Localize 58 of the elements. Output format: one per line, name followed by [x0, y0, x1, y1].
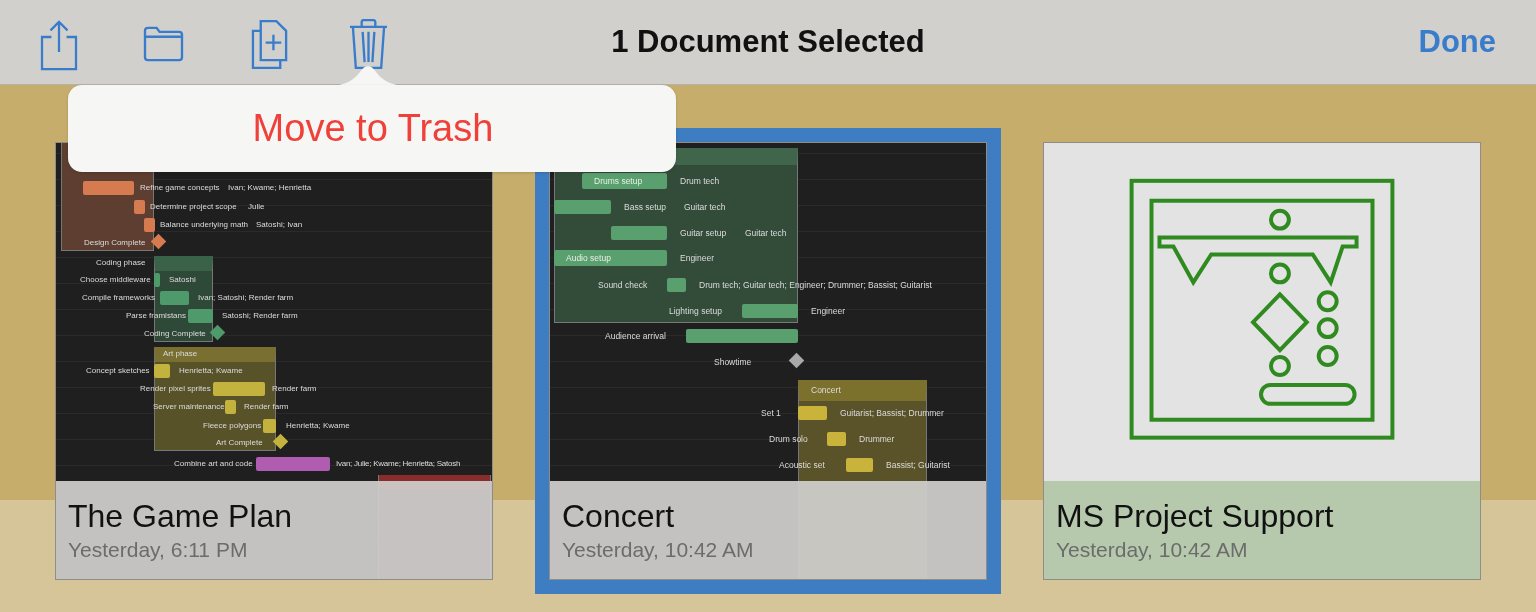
- task-label: Determine project scope: [150, 202, 237, 212]
- resource-label: Drummer: [859, 433, 895, 445]
- resource-label: Henrietta; Kwame: [179, 366, 243, 376]
- task-label: Render pixel sprites: [140, 384, 211, 394]
- task-label: Guitar setup: [680, 227, 727, 239]
- resource-label: Ivan; Kwame; Henrietta: [228, 183, 312, 193]
- document-date: Yesterday, 6:11 PM: [68, 537, 249, 563]
- task-label: Lighting setup: [669, 305, 722, 317]
- task-bar: Drums setup: [582, 173, 667, 189]
- resource-label: Drum tech; Guitar tech; Engineer; Drummer; Bassist; Guitarist: [699, 279, 932, 291]
- task-label: Compile frameworks: [82, 293, 155, 303]
- task-label: Concept sketches: [86, 366, 150, 376]
- document-date: Yesterday, 10:42 AM: [1056, 537, 1249, 563]
- task-label: Refine game concepts: [140, 183, 220, 193]
- milestone-label: Coding Complete: [144, 329, 206, 339]
- resource-label: Ivan; Julie; Kwame; Henrietta; Satosh: [336, 459, 461, 469]
- done-button[interactable]: Done: [1418, 24, 1496, 60]
- resource-label: Satoshi: [169, 275, 196, 285]
- task-label: Balance underlying math: [160, 220, 249, 230]
- resource-label: Render farm: [244, 402, 289, 412]
- task-label: Server maintenance: [153, 402, 225, 412]
- resource-label: Drum tech: [680, 175, 720, 187]
- resource-label: Henrietta; Kwame: [286, 421, 350, 431]
- resource-label: Bassist; Guitarist: [886, 459, 950, 471]
- task-label: Bass setup: [624, 201, 667, 213]
- phase-label: Coding phase: [96, 258, 146, 268]
- move-to-trash-button[interactable]: Move to Trash: [248, 107, 498, 150]
- document-title: Concert: [562, 497, 676, 535]
- document-title: The Game Plan: [68, 497, 294, 535]
- document-date: Yesterday, 10:42 AM: [562, 537, 755, 563]
- task-label: Set 1: [761, 407, 781, 419]
- task-label: Fleece polygons: [203, 421, 262, 431]
- task-label: Sound check: [598, 279, 648, 291]
- toolbar-title: 1 Document Selected: [611, 24, 925, 60]
- task-label: Combine art and code: [174, 459, 253, 469]
- resource-label: Satoshi; Render farm: [222, 311, 298, 321]
- task-bar: Audio setup: [554, 250, 667, 266]
- resource-label: Guitarist; Bassist; Drummer: [840, 407, 944, 419]
- milestone-label: Design Complete: [84, 238, 146, 248]
- resource-label: Engineer: [811, 305, 846, 317]
- resource-label: Engineer: [680, 252, 715, 264]
- task-label: Drum solo: [769, 433, 808, 445]
- resource-label: Guitar tech: [745, 227, 787, 239]
- phase-label: Concert: [811, 384, 841, 396]
- task-label: Parse framistans: [126, 311, 187, 321]
- phase-label: Art phase: [163, 349, 198, 359]
- task-label: Acoustic set: [779, 459, 825, 471]
- milestone-label: Art Complete: [216, 438, 263, 448]
- document-title: MS Project Support: [1056, 497, 1335, 535]
- resource-label: Satoshi; Ivan: [256, 220, 303, 230]
- resource-label: Julie: [248, 202, 265, 212]
- task-label: Audience arrival: [605, 330, 666, 342]
- document-card[interactable]: MS Project Support Yesterday, 10:42 AM: [1043, 142, 1481, 580]
- milestone-label: Showtime: [714, 356, 752, 368]
- resource-label: Ivan; Satoshi; Render farm: [198, 293, 294, 303]
- task-label: Choose middleware: [80, 275, 151, 285]
- resource-label: Guitar tech: [684, 201, 726, 213]
- resource-label: Render farm: [272, 384, 317, 394]
